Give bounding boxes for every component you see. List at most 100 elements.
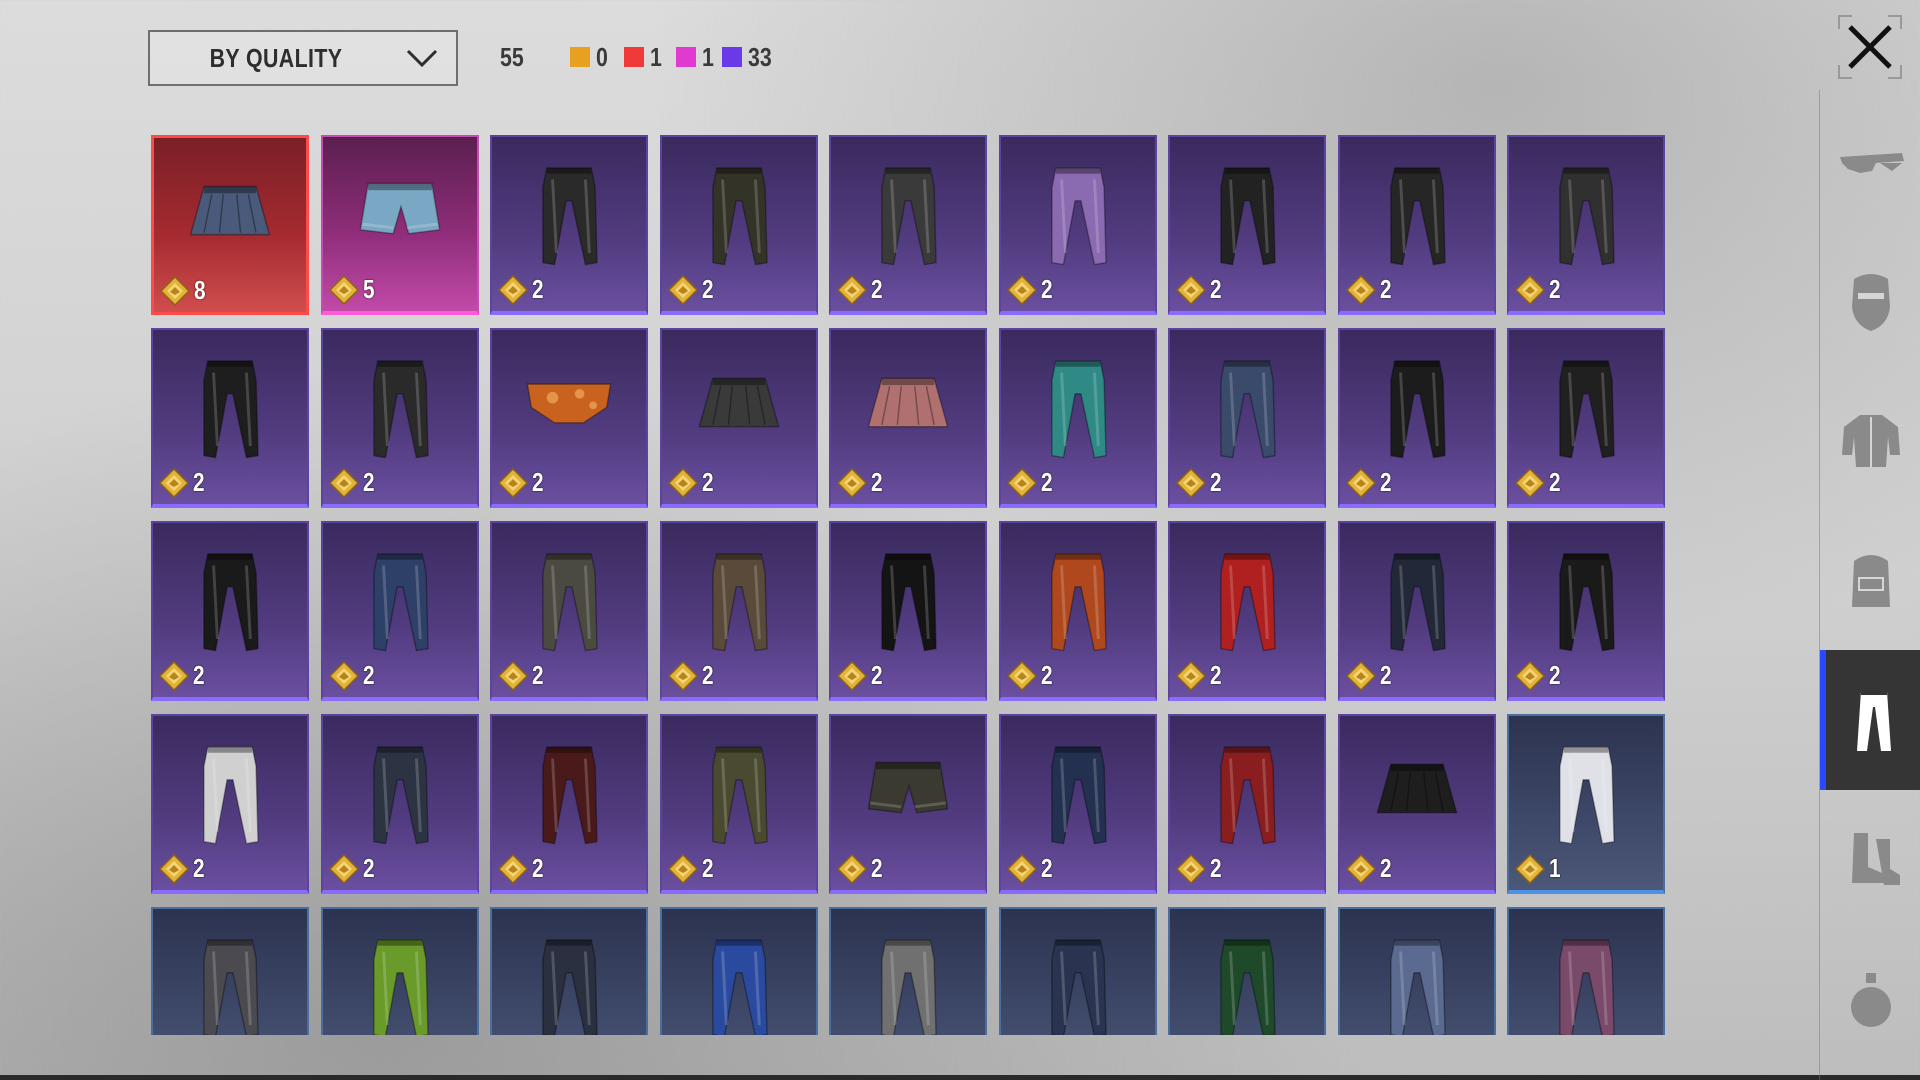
- item-cell-black-pleated-skirt[interactable]: 2: [1337, 714, 1496, 894]
- item-count: 2: [193, 467, 205, 497]
- item-count-badge: 2: [1176, 660, 1224, 691]
- item-cell-black-strap-pants[interactable]: 2: [1337, 135, 1496, 315]
- item-cell-black-mini-skirt[interactable]: 2: [659, 328, 818, 508]
- item-cell-camo-shorts[interactable]: 2: [829, 714, 987, 894]
- item-cell-red-knee-pad-pants[interactable]: 2: [829, 135, 987, 315]
- item-count: 2: [1379, 467, 1392, 497]
- item-count: 2: [1210, 467, 1222, 497]
- item-count: 2: [1040, 274, 1053, 304]
- item-cell-black-flare-pants[interactable]: 2: [1507, 521, 1665, 701]
- item-cell-black-leather-pants[interactable]: 2: [1168, 135, 1326, 315]
- item-cell-olive-cargo-pants[interactable]: 2: [659, 714, 818, 894]
- item-cell-grey-joggers[interactable]: [151, 907, 309, 1035]
- item-cell-dark-denim-pants[interactable]: 2: [320, 714, 479, 894]
- item-cell-dark-pants[interactable]: 2: [490, 135, 648, 315]
- item-count-badge: 2: [328, 660, 377, 691]
- backpack-icon: [1851, 555, 1890, 607]
- item-count: 2: [362, 467, 375, 497]
- item-cell-denim-pleated-skirt[interactable]: 8: [151, 135, 309, 315]
- item-cell-bright-blue-jeans[interactable]: [659, 907, 818, 1035]
- item-cell-black-blue-stripe-pants[interactable]: 2: [1337, 521, 1496, 701]
- quality-count: 0: [596, 42, 608, 72]
- item-cell-plaid-skirt[interactable]: 2: [829, 328, 987, 508]
- item-cell-white-cargo-pants[interactable]: 2: [151, 714, 309, 894]
- item-cell-black-moto-pants[interactable]: 2: [320, 328, 479, 508]
- item-cell-mauve-pants[interactable]: [1507, 907, 1665, 1035]
- item-cell-argyle-jester-pants[interactable]: 2: [998, 135, 1157, 315]
- item-cell-black-star-pants[interactable]: 2: [1337, 328, 1496, 508]
- tab-mask[interactable]: [1820, 230, 1920, 370]
- tab-backpack[interactable]: [1820, 510, 1920, 650]
- coupon-icon: [498, 467, 528, 498]
- item-cell-dark-chaps-pants[interactable]: 2: [659, 135, 818, 315]
- item-cell-brown-work-pants[interactable]: 2: [659, 521, 818, 701]
- item-cell-red-pants[interactable]: 2: [1168, 521, 1326, 701]
- item-cell-red-black-track-pants[interactable]: 2: [1168, 714, 1326, 894]
- item-cell-green-pants[interactable]: [1168, 907, 1326, 1035]
- item-count: 2: [362, 853, 375, 883]
- pants-icon: [1050, 939, 1107, 1035]
- item-cell-black-neon-pants[interactable]: 2: [151, 328, 309, 508]
- item-count-badge: 2: [1515, 467, 1563, 498]
- close-frame-corner: [1888, 65, 1902, 79]
- item-cell-dark-moto-jeans[interactable]: [490, 907, 648, 1035]
- item-count: 2: [1549, 660, 1561, 690]
- glasses-icon: [1839, 153, 1904, 173]
- item-count-badge: 2: [1176, 853, 1224, 884]
- item-cell-orange-floral-briefs[interactable]: 2: [490, 328, 648, 508]
- pants-icon: [372, 939, 429, 1035]
- item-cell-grey-cargo-pants[interactable]: 2: [490, 521, 648, 701]
- coupon-icon: [1176, 467, 1206, 498]
- quality-stat: 1: [676, 44, 716, 70]
- coupon-icon: [1006, 853, 1037, 884]
- jacket-icon: [1841, 415, 1900, 467]
- item-count-badge: 1: [1515, 853, 1563, 884]
- quality-count: 1: [702, 42, 714, 72]
- coupon-icon: [667, 660, 698, 691]
- item-count: 2: [871, 467, 883, 497]
- mask-icon: [1851, 274, 1890, 331]
- coupon-icon: [1176, 274, 1206, 305]
- chevron-down-icon: [406, 49, 438, 68]
- item-count-badge: 2: [1345, 274, 1394, 305]
- tab-boots[interactable]: [1820, 790, 1920, 930]
- item-cell-green-shorts[interactable]: [320, 907, 479, 1035]
- item-cell-navy-jeans[interactable]: [998, 907, 1157, 1035]
- item-cell-dark-patterned-pants[interactable]: 2: [1507, 135, 1665, 315]
- item-cell-blue-jeans[interactable]: 2: [320, 521, 479, 701]
- item-cell-orange-pants[interactable]: 2: [998, 521, 1157, 701]
- item-cell-black-leather-trousers[interactable]: 2: [151, 521, 309, 701]
- item-cell-paint-splatter-jeans[interactable]: 1: [1507, 714, 1665, 894]
- sort-dropdown[interactable]: BY QUALITY: [148, 30, 458, 86]
- coupon-icon: [1515, 660, 1545, 691]
- item-cell-black-slacks[interactable]: 2: [829, 521, 987, 701]
- coupon-icon: [159, 853, 189, 884]
- tab-glasses[interactable]: [1820, 90, 1920, 230]
- item-cell-black-skinny-pants[interactable]: 2: [1507, 328, 1665, 508]
- coupon-icon: [1006, 660, 1037, 691]
- coupon-icon: [328, 853, 359, 884]
- item-count: 2: [532, 467, 544, 497]
- item-cell-light-blue-jeans[interactable]: [1337, 907, 1496, 1035]
- coupon-icon: [328, 467, 359, 498]
- coupon-icon: [1176, 853, 1206, 884]
- coupon-icon: [1515, 274, 1545, 305]
- coupon-icon: [159, 660, 189, 691]
- item-count-badge: 2: [1006, 274, 1055, 305]
- item-count: 2: [1379, 660, 1392, 690]
- quality-stat: 0: [570, 44, 610, 70]
- tab-pants[interactable]: [1820, 650, 1920, 790]
- item-count: 2: [871, 853, 883, 883]
- bottom-strip: [0, 1075, 1920, 1080]
- tab-jacket[interactable]: [1820, 370, 1920, 510]
- item-cell-denim-shorts[interactable]: 5: [320, 135, 479, 315]
- quality-count: 33: [748, 42, 772, 72]
- tab-grenade[interactable]: [1820, 930, 1920, 1070]
- coupon-icon: [667, 853, 698, 884]
- item-cell-grey-jeans[interactable]: [829, 907, 987, 1035]
- item-cell-blue-chain-jeans[interactable]: 2: [1168, 328, 1326, 508]
- close-button[interactable]: [1838, 15, 1902, 79]
- item-cell-teal-jeans[interactable]: 2: [998, 328, 1157, 508]
- item-cell-navy-pants[interactable]: 2: [998, 714, 1157, 894]
- item-cell-maroon-pants[interactable]: 2: [490, 714, 648, 894]
